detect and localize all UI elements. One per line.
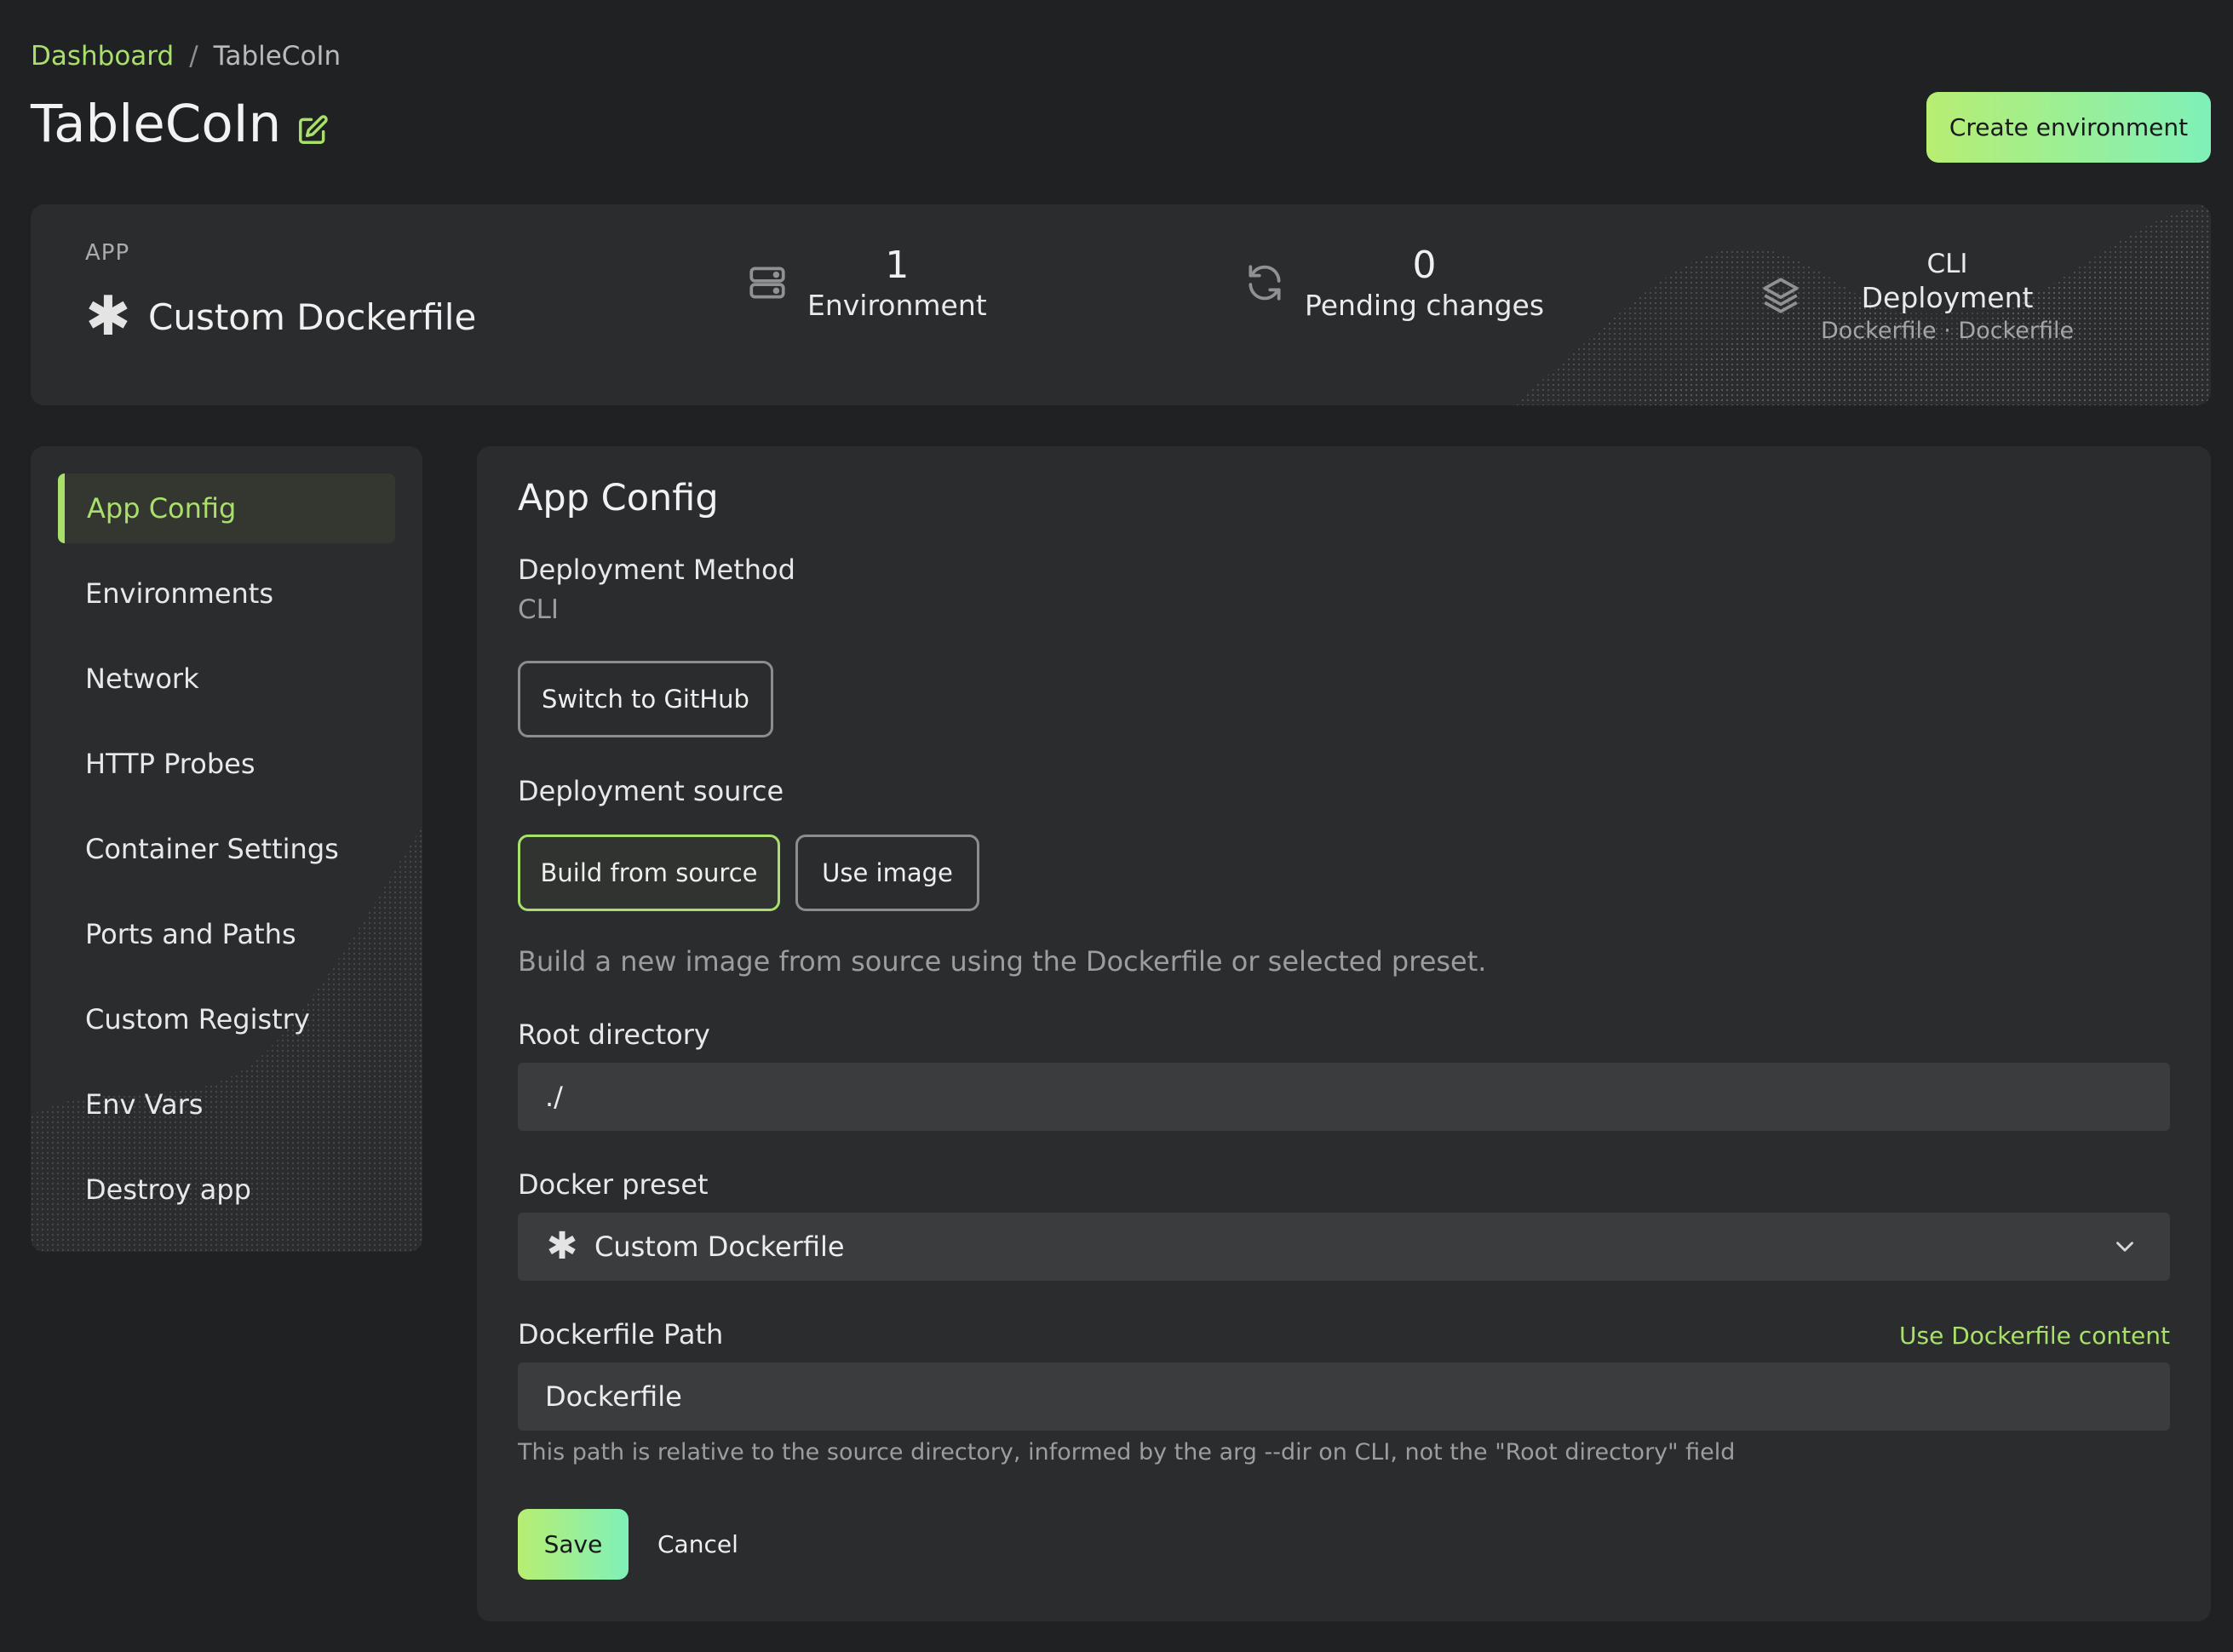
root-directory-label: Root directory: [518, 1018, 710, 1051]
edit-icon[interactable]: [296, 114, 329, 146]
deployment-stat: CLI Deployment Dockerfile · Dockerfile: [1759, 247, 2074, 344]
environment-count: 1: [885, 244, 910, 287]
settings-sidebar: App Config Environments Network HTTP Pro…: [31, 446, 422, 1252]
page-title: TableCoIn: [31, 94, 282, 154]
dockerfile-path-input[interactable]: Dockerfile: [518, 1362, 2170, 1431]
sidebar-item-environments[interactable]: Environments: [58, 559, 395, 628]
cancel-button[interactable]: Cancel: [652, 1509, 743, 1580]
app-config-panel: App Config Deployment Method CLI Switch …: [477, 446, 2211, 1621]
app-summary-card: APP ✱ Custom Dockerfile 1 Environment 0 …: [31, 204, 2211, 405]
create-environment-button[interactable]: Create environment: [1926, 92, 2211, 163]
section-title: App Config: [518, 477, 719, 519]
save-button[interactable]: Save: [518, 1509, 629, 1580]
use-image-button[interactable]: Use image: [795, 835, 979, 911]
sidebar-item-http-probes[interactable]: HTTP Probes: [58, 729, 395, 799]
chevron-down-icon: [2116, 1242, 2133, 1252]
breadcrumb-current: TableCoIn: [213, 41, 342, 72]
deployment-method-label: Deployment Method: [518, 554, 795, 586]
deployment-source-description: Build a new image from source using the …: [518, 945, 1487, 978]
docker-preset-select[interactable]: ✱ Custom Dockerfile: [518, 1213, 2170, 1281]
refresh-icon: [1249, 265, 1281, 301]
breadcrumb-dashboard-link[interactable]: Dashboard: [31, 41, 174, 72]
switch-to-github-button[interactable]: Switch to GitHub: [518, 661, 773, 737]
deployment-method-value: CLI: [518, 594, 560, 625]
sidebar-item-ports-and-paths[interactable]: Ports and Paths: [58, 899, 395, 969]
root-directory-input[interactable]: ./: [518, 1063, 2170, 1131]
sidebar-item-network[interactable]: Network: [58, 644, 395, 714]
environment-label: Environment: [807, 289, 987, 322]
page-title-row: TableCoIn: [31, 94, 329, 154]
asterisk-icon: ✱: [546, 1225, 578, 1268]
sidebar-item-destroy-app[interactable]: Destroy app: [58, 1155, 395, 1225]
breadcrumb-separator: /: [189, 41, 198, 72]
environment-stat: 1 Environment: [746, 244, 987, 322]
deployment-method: CLI: [1926, 249, 1968, 279]
breadcrumb: Dashboard / TableCoIn: [31, 41, 341, 72]
sidebar-item-app-config[interactable]: App Config: [58, 473, 395, 543]
build-from-source-button[interactable]: Build from source: [518, 835, 780, 911]
sidebar-item-container-settings[interactable]: Container Settings: [58, 814, 395, 884]
deployment-source-label: Deployment source: [518, 775, 784, 807]
docker-preset-value: Custom Dockerfile: [594, 1230, 845, 1263]
use-dockerfile-content-link[interactable]: Use Dockerfile content: [1899, 1322, 2170, 1350]
server-icon: [749, 267, 785, 299]
sidebar-item-env-vars[interactable]: Env Vars: [58, 1070, 395, 1139]
app-label: APP: [85, 240, 130, 266]
pending-label: Pending changes: [1305, 289, 1545, 322]
deployment-detail: Dockerfile · Dockerfile: [1821, 318, 2075, 344]
pending-changes-stat: 0 Pending changes: [1243, 244, 1544, 322]
dockerfile-path-label: Dockerfile Path: [518, 1318, 724, 1351]
docker-preset-label: Docker preset: [518, 1168, 709, 1201]
dockerfile-path-help: This path is relative to the source dire…: [518, 1439, 1736, 1466]
layers-icon: [1763, 278, 1799, 313]
pending-count: 0: [1412, 244, 1437, 287]
app-name-row: ✱ Custom Dockerfile: [85, 290, 476, 344]
deployment-label: Deployment: [1861, 281, 2034, 314]
app-name: Custom Dockerfile: [148, 295, 477, 338]
asterisk-icon: ✱: [85, 285, 131, 348]
sidebar-item-custom-registry[interactable]: Custom Registry: [58, 984, 395, 1054]
